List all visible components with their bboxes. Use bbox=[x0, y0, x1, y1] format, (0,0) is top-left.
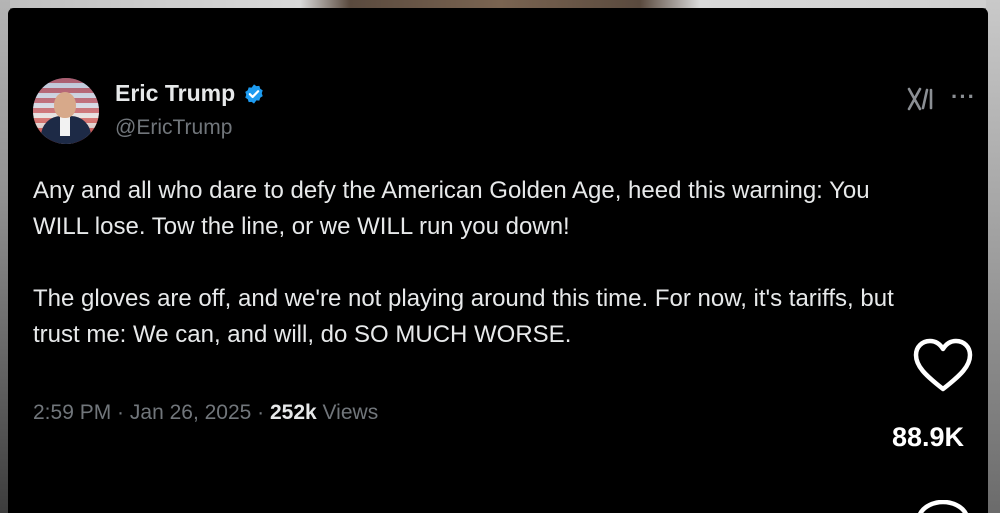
tweet-paragraph: The gloves are off, and we're not playin… bbox=[33, 285, 894, 348]
views-label: Views bbox=[316, 401, 379, 424]
grok-icon[interactable] bbox=[906, 86, 936, 112]
tweet-meta: 2:59 PM · Jan 26, 2025 · 252k Views bbox=[33, 401, 378, 425]
verified-badge-icon bbox=[245, 83, 263, 104]
background-scene-top bbox=[0, 0, 1000, 8]
author-handle[interactable]: @EricTrump bbox=[115, 116, 232, 140]
more-options-icon[interactable]: ··· bbox=[951, 84, 976, 110]
avatar[interactable] bbox=[33, 78, 99, 144]
tweet-paragraph: Any and all who dare to defy the America… bbox=[33, 177, 870, 240]
tweet-date[interactable]: Jan 26, 2025 bbox=[130, 401, 251, 424]
meta-separator: · bbox=[111, 401, 130, 424]
tweet-card: Eric Trump @EricTrump ··· Any and all wh… bbox=[8, 8, 988, 513]
like-count: 88.9K bbox=[892, 422, 965, 452]
heart-icon[interactable] bbox=[911, 337, 975, 395]
author-name-text[interactable]: Eric Trump bbox=[115, 80, 235, 107]
avatar-shirt bbox=[60, 116, 70, 136]
views-count[interactable]: 252k bbox=[270, 401, 317, 424]
meta-separator: · bbox=[251, 401, 270, 424]
avatar-face bbox=[54, 92, 76, 118]
comment-icon[interactable] bbox=[914, 500, 972, 513]
author-display-name[interactable]: Eric Trump bbox=[115, 80, 265, 107]
tweet-body: Any and all who dare to defy the America… bbox=[33, 173, 913, 353]
background-scene-right bbox=[986, 0, 1000, 513]
tweet-time[interactable]: 2:59 PM bbox=[33, 401, 111, 424]
